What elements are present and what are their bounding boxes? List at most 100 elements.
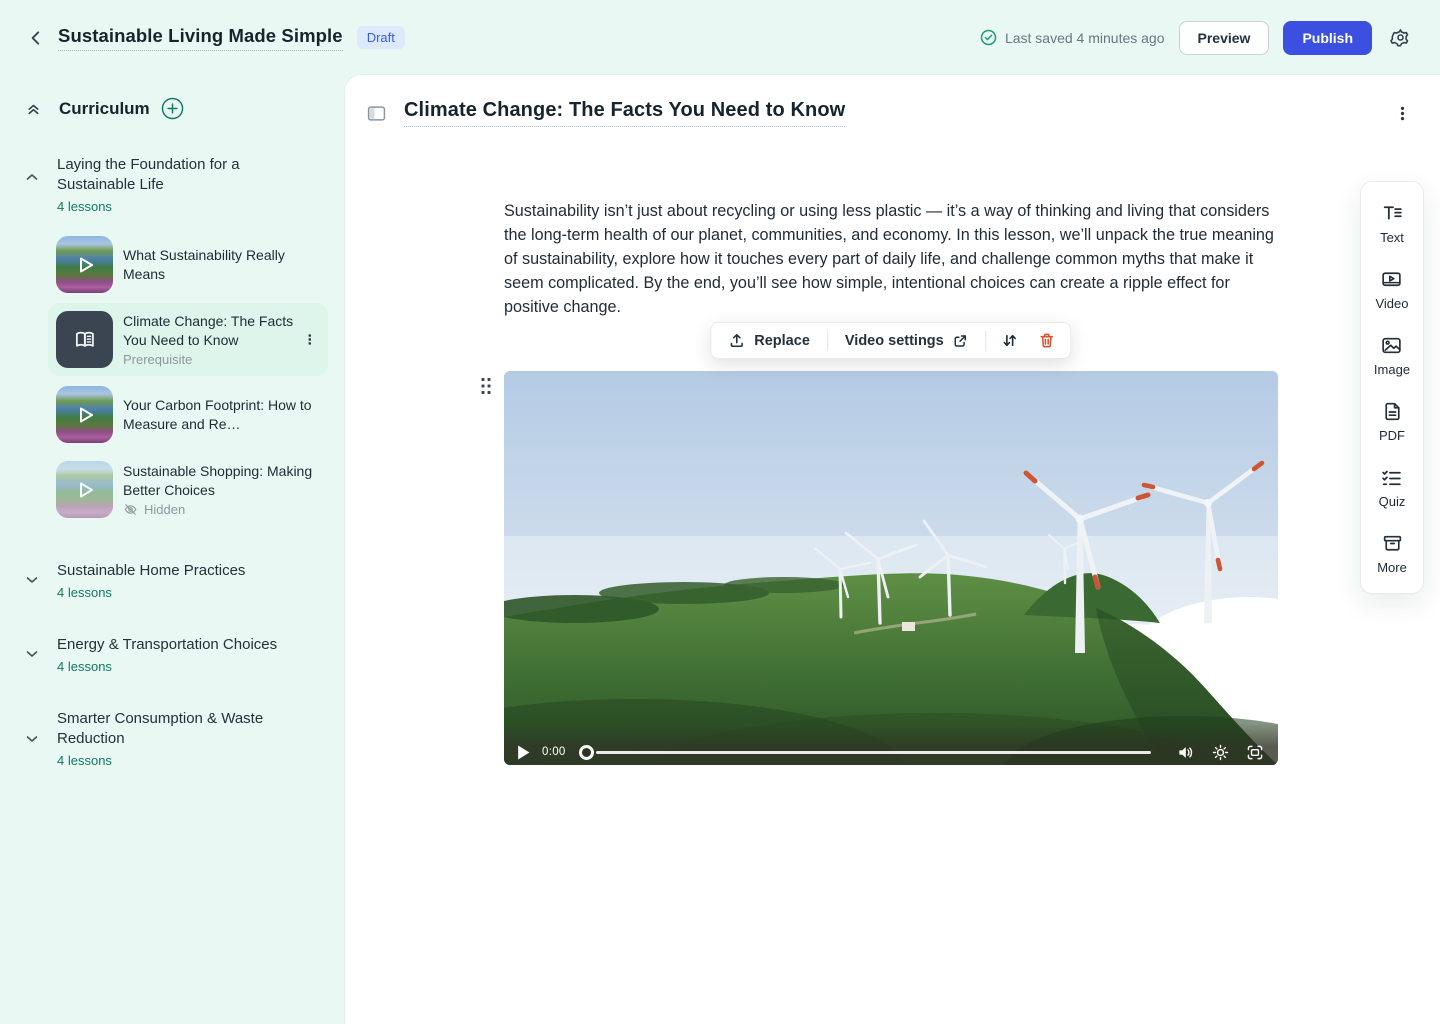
lesson-item-selected[interactable]: Climate Change: The Facts You Need to Kn… bbox=[48, 303, 328, 376]
palette-label: Image bbox=[1374, 362, 1410, 377]
image-block-icon bbox=[1380, 334, 1403, 357]
section-lesson-count: 4 lessons bbox=[57, 585, 327, 600]
lesson-title: Climate Change: The Facts You Need to Kn… bbox=[123, 312, 320, 349]
video-controls: 0:00 bbox=[504, 723, 1278, 765]
palette-item-quiz[interactable]: Quiz bbox=[1379, 466, 1406, 509]
video-thumbnail bbox=[56, 461, 113, 518]
video-block-toolbar: Replace Video settings bbox=[710, 322, 1071, 359]
toolbar-divider bbox=[827, 331, 828, 351]
video-settings-button[interactable]: Video settings bbox=[838, 331, 976, 351]
lesson-options-menu[interactable] bbox=[1394, 104, 1412, 122]
chevron-up-icon[interactable] bbox=[24, 169, 40, 185]
palette-label: Text bbox=[1380, 230, 1404, 245]
section-title[interactable]: Sustainable Home Practices bbox=[57, 561, 297, 581]
lesson-meta: Prerequisite bbox=[123, 352, 320, 367]
sort-arrows-icon bbox=[1002, 332, 1019, 349]
replace-video-button[interactable]: Replace bbox=[721, 330, 817, 351]
volume-button[interactable] bbox=[1176, 743, 1194, 761]
play-icon bbox=[56, 236, 113, 293]
status-badge: Draft bbox=[357, 26, 405, 49]
progress-track[interactable] bbox=[596, 751, 1151, 754]
curriculum-section: Sustainable Home Practices 4 lessons bbox=[24, 561, 327, 600]
video-thumbnail bbox=[56, 236, 113, 293]
chevron-left-icon bbox=[27, 29, 45, 47]
section-lesson-count: 4 lessons bbox=[57, 659, 327, 674]
lesson-title-heading[interactable]: Climate Change: The Facts You Need to Kn… bbox=[404, 99, 845, 127]
section-title[interactable]: Smarter Consumption & Waste Reduction bbox=[57, 709, 297, 749]
back-button[interactable] bbox=[22, 24, 50, 52]
check-circle-icon bbox=[980, 29, 997, 46]
course-title[interactable]: Sustainable Living Made Simple bbox=[58, 25, 343, 51]
section-lesson-count: 4 lessons bbox=[57, 199, 327, 214]
palette-item-video[interactable]: Video bbox=[1375, 268, 1408, 311]
palette-item-image[interactable]: Image bbox=[1374, 334, 1410, 377]
upload-icon bbox=[728, 332, 745, 349]
scrubber-handle[interactable] bbox=[579, 745, 594, 760]
topbar: Sustainable Living Made Simple Draft Las… bbox=[0, 0, 1440, 75]
move-block-button[interactable] bbox=[997, 330, 1024, 351]
book-open-icon bbox=[72, 327, 98, 353]
palette-item-pdf[interactable]: PDF bbox=[1379, 400, 1405, 443]
section-lesson-count: 4 lessons bbox=[57, 753, 327, 768]
lesson-title: Your Carbon Footprint: How to Measure an… bbox=[123, 396, 320, 433]
pdf-block-icon bbox=[1381, 400, 1404, 423]
publish-button[interactable]: Publish bbox=[1283, 21, 1372, 55]
play-button[interactable] bbox=[515, 744, 531, 760]
quiz-block-icon bbox=[1380, 466, 1403, 489]
delete-block-button[interactable] bbox=[1034, 330, 1061, 351]
fullscreen-button[interactable] bbox=[1246, 743, 1264, 761]
lesson-item[interactable]: Sustainable Shopping: Making Better Choi… bbox=[48, 453, 328, 526]
current-time: 0:00 bbox=[542, 746, 566, 758]
lesson-meta-text: Hidden bbox=[144, 502, 185, 517]
lesson-editor: Climate Change: The Facts You Need to Kn… bbox=[345, 75, 1440, 1024]
sidebar-title: Curriculum bbox=[59, 99, 150, 119]
panel-left-icon bbox=[367, 104, 386, 123]
chevron-down-icon[interactable] bbox=[24, 572, 40, 588]
add-section-button[interactable] bbox=[161, 97, 184, 120]
drag-handle-icon[interactable] bbox=[479, 375, 493, 397]
palette-label: More bbox=[1377, 560, 1407, 575]
preview-button[interactable]: Preview bbox=[1179, 21, 1270, 55]
kebab-icon bbox=[1394, 105, 1412, 122]
toggle-sidebar-button[interactable] bbox=[362, 99, 390, 127]
lesson-title: What Sustainability Really Means bbox=[123, 246, 320, 283]
palette-label: PDF bbox=[1379, 428, 1405, 443]
video-block-icon bbox=[1380, 268, 1403, 291]
plus-circle-icon bbox=[161, 97, 184, 120]
external-link-icon bbox=[953, 333, 969, 349]
trash-icon bbox=[1039, 332, 1056, 349]
video-settings-label: Video settings bbox=[845, 333, 944, 349]
lesson-kebab-menu[interactable] bbox=[302, 332, 318, 348]
text-block-icon bbox=[1381, 202, 1404, 225]
gear-icon bbox=[1390, 27, 1411, 48]
palette-label: Video bbox=[1375, 296, 1408, 311]
curriculum-section: Energy & Transportation Choices 4 lesson… bbox=[24, 635, 327, 674]
block-palette: Text Video Image PDF Quiz bbox=[1360, 181, 1424, 594]
lesson-item[interactable]: Your Carbon Footprint: How to Measure an… bbox=[48, 378, 328, 451]
collapse-all-button[interactable] bbox=[24, 100, 42, 118]
palette-item-more[interactable]: More bbox=[1377, 532, 1407, 575]
curriculum-sidebar: Curriculum Laying the Foundation for a S… bbox=[0, 75, 345, 1024]
double-chevron-up-icon bbox=[25, 100, 42, 117]
saved-status: Last saved 4 minutes ago bbox=[980, 29, 1165, 46]
lesson-item[interactable]: What Sustainability Really Means bbox=[48, 228, 328, 301]
settings-button[interactable] bbox=[1386, 24, 1414, 52]
toolbar-divider bbox=[986, 331, 987, 351]
chevron-down-icon[interactable] bbox=[24, 646, 40, 662]
play-icon bbox=[56, 386, 113, 443]
palette-label: Quiz bbox=[1379, 494, 1406, 509]
section-title[interactable]: Laying the Foundation for a Sustainable … bbox=[57, 155, 297, 195]
curriculum-section: Laying the Foundation for a Sustainable … bbox=[24, 155, 327, 526]
palette-item-text[interactable]: Text bbox=[1380, 202, 1404, 245]
video-player[interactable]: 0:00 bbox=[504, 371, 1278, 765]
video-thumbnail bbox=[56, 386, 113, 443]
chevron-down-icon[interactable] bbox=[24, 731, 40, 747]
player-settings-button[interactable] bbox=[1211, 743, 1229, 761]
lesson-intro-paragraph[interactable]: Sustainability isn’t just about recyclin… bbox=[504, 199, 1278, 319]
section-title[interactable]: Energy & Transportation Choices bbox=[57, 635, 297, 655]
reading-thumbnail bbox=[56, 311, 113, 368]
curriculum-section: Smarter Consumption & Waste Reduction 4 … bbox=[24, 709, 327, 768]
video-block: Replace Video settings bbox=[504, 371, 1278, 765]
play-icon bbox=[56, 461, 113, 518]
lesson-title: Sustainable Shopping: Making Better Choi… bbox=[123, 462, 320, 499]
